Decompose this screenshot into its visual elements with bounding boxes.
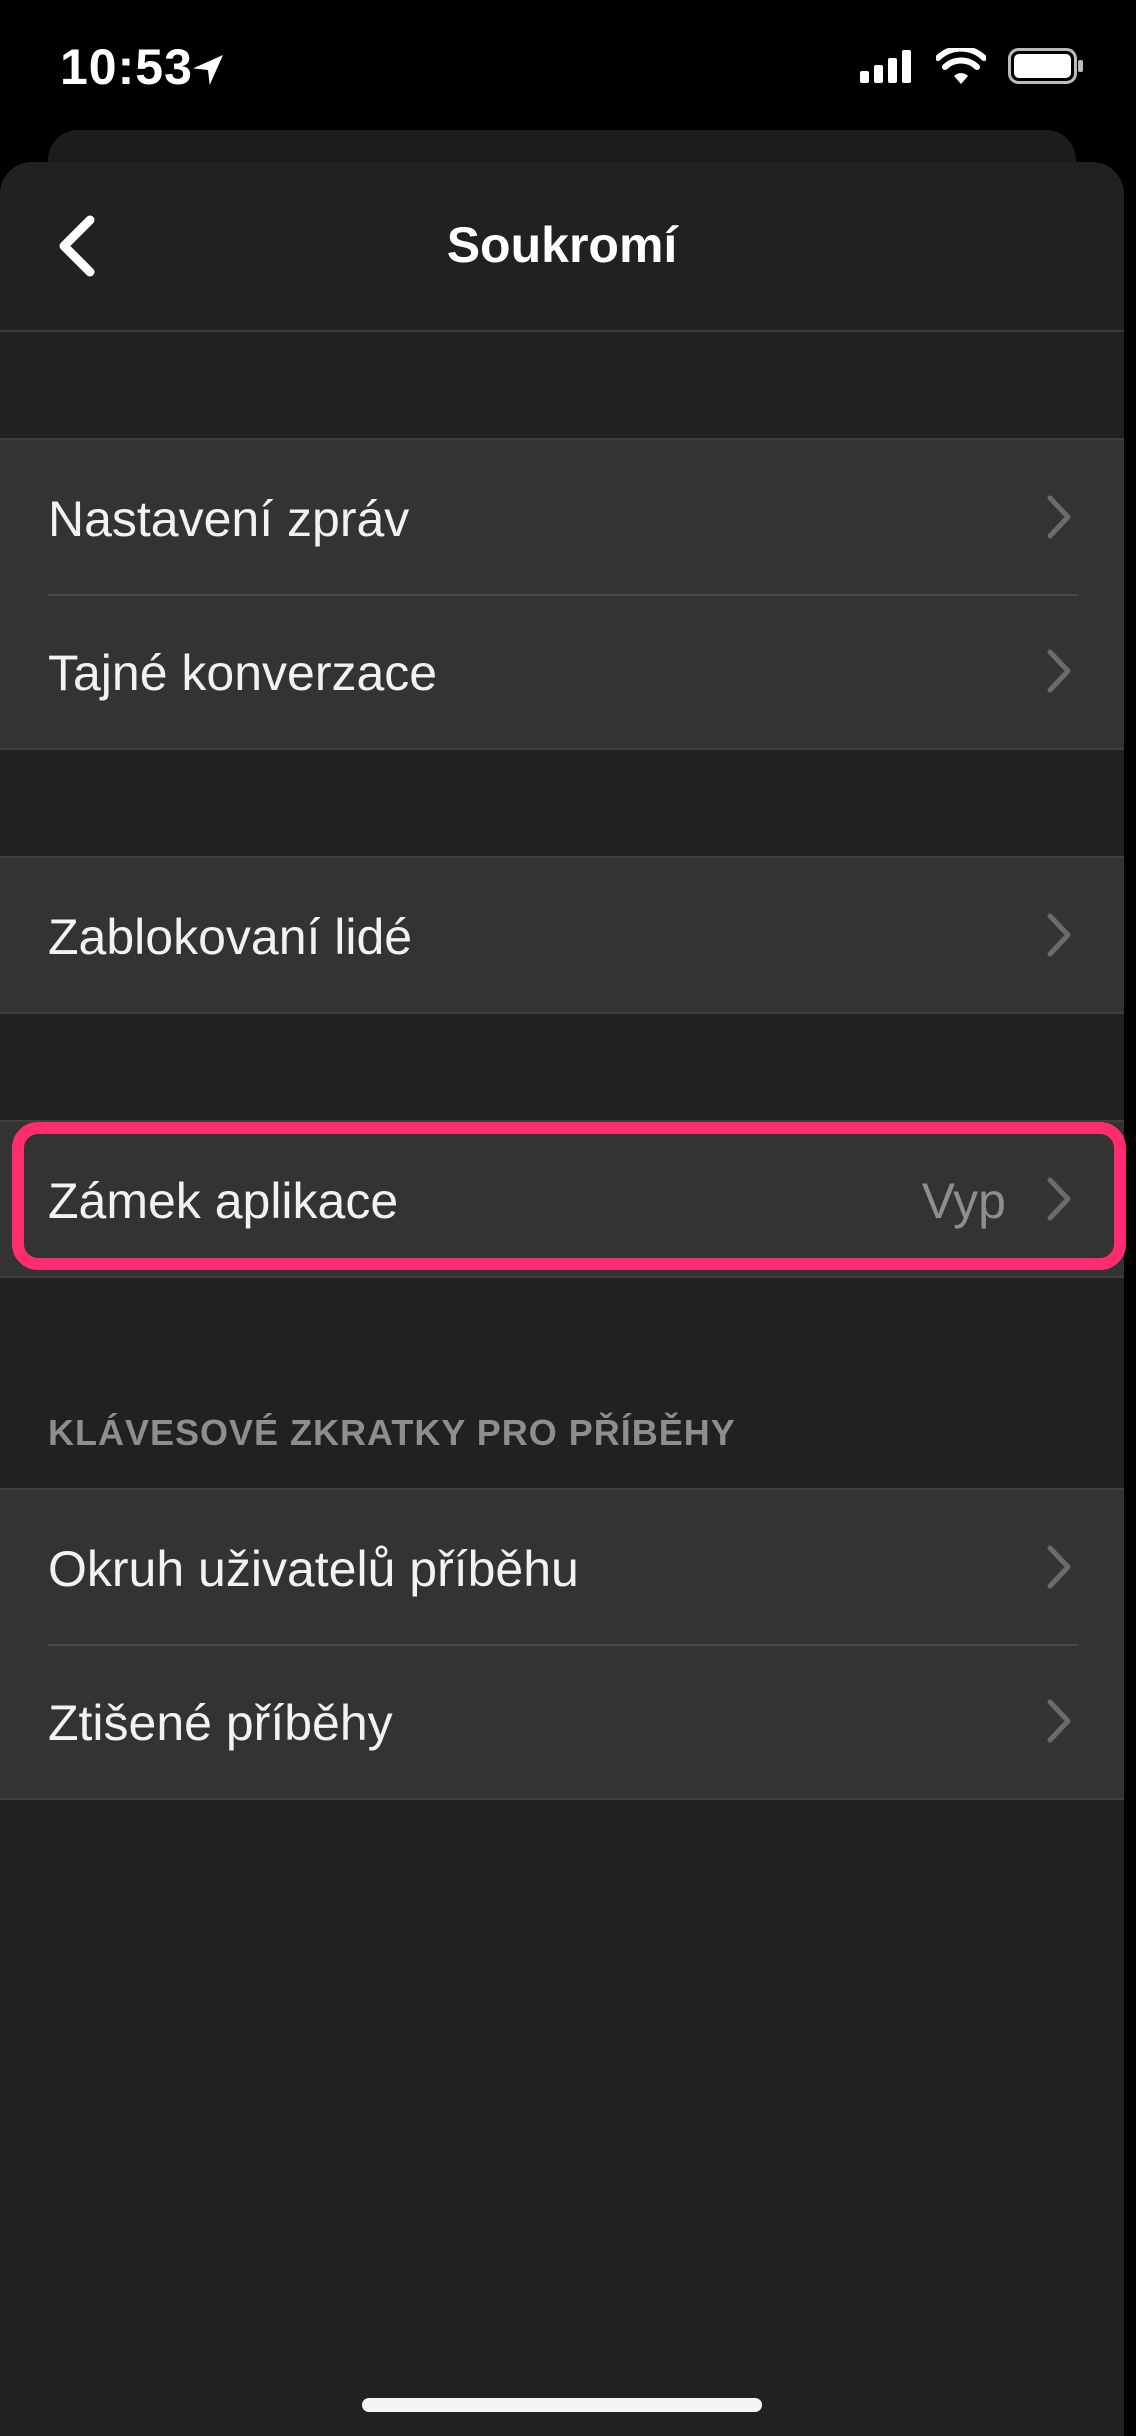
battery-icon xyxy=(1008,48,1083,84)
list-item-message-settings[interactable]: Nastavení zpráv xyxy=(0,440,1124,594)
chevron-right-icon xyxy=(1047,649,1071,693)
chevron-right-icon xyxy=(1047,913,1071,957)
app-lock-status: Vyp xyxy=(921,1173,1006,1229)
list-item-app-lock[interactable]: Zámek aplikace Vyp xyxy=(0,1122,1124,1276)
wifi-icon xyxy=(936,48,986,84)
settings-group-blocked: Zablokovaní lidé xyxy=(0,856,1124,1014)
list-item-label: Zablokovaní lidé xyxy=(48,909,413,965)
list-item-label: Okruh uživatelů příběhu xyxy=(48,1541,579,1597)
chevron-right-icon xyxy=(1047,495,1071,539)
home-indicator xyxy=(362,2398,762,2412)
list-item-secret-conversations[interactable]: Tajné konverzace xyxy=(0,594,1124,748)
chevron-right-icon xyxy=(1047,1699,1071,1743)
list-item-blocked-people[interactable]: Zablokovaní lidé xyxy=(0,858,1124,1012)
cellular-signal-icon xyxy=(860,50,911,83)
list-item-label: Tajné konverzace xyxy=(48,645,438,701)
list-item-label: Nastavení zpráv xyxy=(48,491,410,547)
list-item-label: Ztišené příběhy xyxy=(48,1695,393,1751)
location-arrow-icon xyxy=(193,55,223,85)
list-item-story-audience[interactable]: Okruh uživatelů příběhu xyxy=(0,1490,1124,1644)
page-title: Soukromí xyxy=(446,217,678,273)
settings-group-messages: Nastavení zpráv Tajné konverzace xyxy=(0,438,1124,750)
status-icons xyxy=(860,48,1084,84)
list-item-label: Zámek aplikace xyxy=(48,1173,399,1229)
chevron-right-icon xyxy=(1047,1177,1071,1221)
chevron-right-icon xyxy=(1047,1545,1071,1589)
list-item-muted-stories[interactable]: Ztišené příběhy xyxy=(0,1644,1124,1798)
section-header-stories: KLÁVESOVÉ ZKRATKY PRO PŘÍBĚHY xyxy=(48,1412,736,1453)
privacy-sheet: Soukromí Nastavení zpráv Tajné konverzac… xyxy=(0,162,1124,2436)
settings-group-stories: Okruh uživatelů příběhu Ztišené příběhy xyxy=(0,1488,1124,1800)
navigation-bar: Soukromí xyxy=(0,162,1124,332)
status-time: 10:53 xyxy=(60,39,193,95)
settings-group-app-lock: Zámek aplikace Vyp xyxy=(0,1120,1124,1278)
status-bar: 10:53 xyxy=(0,0,1124,140)
